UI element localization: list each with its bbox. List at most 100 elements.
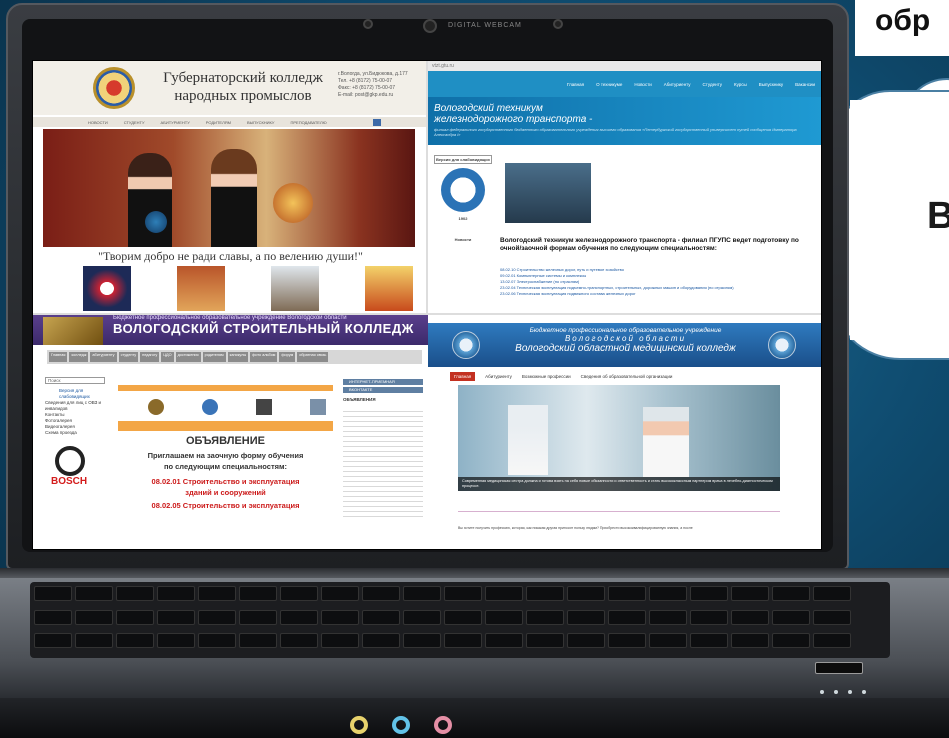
- nav-item[interactable]: ЦДО: [161, 352, 174, 362]
- qr-code-icon[interactable]: [256, 399, 272, 415]
- site-title: ВОЛОГОДСКИЙ СТРОИТЕЛЬНЫЙ КОЛЛЕДЖ: [113, 321, 414, 336]
- vk-icon[interactable]: [372, 118, 381, 126]
- status-led: [862, 690, 866, 694]
- accessibility-link[interactable]: Версия для слабовидящих: [434, 155, 492, 164]
- site-construction[interactable]: Бюджетное профессиональное образовательн…: [33, 313, 428, 549]
- nav-item[interactable]: Возможные профессии: [522, 374, 571, 379]
- nav-item[interactable]: обратная связь: [297, 352, 329, 362]
- nav-item[interactable]: О техникуме: [596, 82, 622, 87]
- key: [75, 633, 113, 649]
- partners-strip: [118, 385, 333, 391]
- sidebar-link[interactable]: Сведения для лиц с ОВЗ и инвалидов: [45, 400, 105, 412]
- key: [772, 586, 810, 601]
- globe-icon: [145, 211, 167, 233]
- key: [75, 586, 113, 601]
- nav-item[interactable]: Абитуриенту: [485, 374, 512, 379]
- nav-item[interactable]: родителям: [202, 352, 226, 362]
- gallery-thumb[interactable]: [365, 266, 413, 311]
- nav-item[interactable]: преподавателю: [290, 120, 326, 125]
- site-title-line: Вологодской области: [564, 334, 687, 343]
- site-medical[interactable]: Бюджетное профессиональное образовательн…: [428, 313, 821, 549]
- contact-line: Факс: +8 (8172) 75-00-07: [338, 85, 396, 91]
- nav-item[interactable]: Абитуриенту: [664, 82, 691, 87]
- nav-item[interactable]: Новости: [634, 82, 651, 87]
- search-input[interactable]: Поиск: [45, 377, 105, 384]
- site-gkp[interactable]: Губернаторский колледж народных промысло…: [33, 61, 428, 313]
- contact-line[interactable]: E-mail: post@gkp.edu.ru: [338, 92, 423, 99]
- key: [362, 609, 400, 625]
- key: [649, 586, 687, 601]
- nav-item[interactable]: достижения: [175, 352, 201, 362]
- key: [403, 633, 441, 649]
- webcam-label: DIGITAL WEBCAM: [448, 22, 522, 29]
- key: [485, 633, 523, 649]
- banner-title: Вологодский техникум: [434, 103, 543, 114]
- status-led: [848, 690, 852, 694]
- announcement-text: по следующим специальностям:: [163, 462, 288, 471]
- audio-ports: [350, 716, 452, 734]
- railway-emblem-icon: [441, 168, 485, 212]
- banner-title: железнодорожного транспорта -: [434, 114, 593, 125]
- key: [321, 609, 359, 625]
- vk-button[interactable]: ВКОНТАКТЕ: [343, 387, 423, 393]
- news-heading: Новости: [454, 237, 472, 242]
- status-led: [834, 690, 838, 694]
- gallery-thumb[interactable]: [271, 266, 319, 311]
- key: [362, 586, 400, 601]
- key: [690, 586, 728, 601]
- specialty-link[interactable]: 23.02.06 Техническая эксплуатация подвиж…: [500, 291, 820, 297]
- nav-item[interactable]: Главная: [49, 352, 68, 362]
- director-photo: [505, 163, 591, 223]
- nav-item[interactable]: студенту: [118, 352, 139, 362]
- nav-item[interactable]: родителям: [206, 120, 231, 125]
- nav-item[interactable]: абитуриенту: [90, 352, 117, 362]
- nav-item[interactable]: новости: [88, 120, 108, 125]
- key: [198, 633, 236, 649]
- site-header: Бюджетное профессиональное образовательн…: [428, 323, 821, 367]
- nav-item[interactable]: Главная: [450, 371, 476, 381]
- browser-address-bar[interactable]: vtzt.gtu.ru: [428, 61, 821, 71]
- nav-item[interactable]: Вакансии: [795, 82, 815, 87]
- nav-item[interactable]: Главная: [567, 82, 584, 87]
- nav-item[interactable]: фото альбом: [250, 352, 278, 362]
- laptop-screen: Губернаторский колледж народных промысло…: [32, 60, 822, 550]
- nav-item[interactable]: выпускнику: [247, 120, 275, 125]
- nav-item[interactable]: колледж: [69, 352, 89, 362]
- site-title-line: Вологодский областной медицинский коллед…: [515, 343, 736, 354]
- site-banner: Вологодский техникум железнодорожного тр…: [428, 97, 821, 145]
- student-figure: [211, 149, 257, 247]
- key: [116, 609, 154, 625]
- key: [321, 633, 359, 649]
- gallery-thumb[interactable]: [83, 266, 131, 311]
- status-led: [820, 690, 824, 694]
- site-railway[interactable]: vtzt.gtu.ru Главная О техникуме Новости …: [428, 61, 821, 313]
- main-content: ОБЪЯВЛЕНИЕ Приглашаем на заочную форму о…: [118, 385, 333, 549]
- partner-logo-icon[interactable]: [202, 399, 218, 415]
- gallery-thumb[interactable]: [177, 266, 225, 311]
- specialty-list: 08.02.10 Строительство железных дорог, п…: [500, 267, 820, 297]
- key: [75, 609, 113, 625]
- nav-item[interactable]: педагогу: [140, 352, 160, 362]
- key: [280, 586, 318, 601]
- key: [403, 586, 441, 601]
- key: [362, 633, 400, 649]
- status-led-panel: [815, 662, 863, 674]
- site-title: Бюджетное профессиональное образовательн…: [488, 327, 763, 354]
- site-title-line: Губернаторский колледж: [163, 70, 323, 86]
- nav-item[interactable]: Курсы: [734, 82, 747, 87]
- sidebar: Поиск Версия для слабовидящих Сведения д…: [45, 377, 105, 549]
- key: [567, 586, 605, 601]
- partner-logo-icon[interactable]: [148, 399, 164, 415]
- nav-item[interactable]: форум: [279, 352, 296, 362]
- qr-code-icon[interactable]: [310, 399, 326, 415]
- nav-item[interactable]: абитуриенту: [161, 120, 190, 125]
- nav-item[interactable]: Сведения об образовательной организации: [581, 374, 673, 379]
- mic-icon: [363, 19, 373, 29]
- nav-item[interactable]: студенту: [124, 120, 145, 125]
- nav-item[interactable]: каникулы: [227, 352, 249, 362]
- sidebar-link[interactable]: Схема проезда: [45, 430, 105, 436]
- reception-button[interactable]: ИНТЕРНЕТ-ПРИЕМНАЯ: [343, 379, 423, 385]
- accessibility-link[interactable]: Версия для слабовидящих: [45, 388, 105, 400]
- nav-item[interactable]: Выпускнику: [759, 82, 783, 87]
- nav-item[interactable]: Студенту: [703, 82, 722, 87]
